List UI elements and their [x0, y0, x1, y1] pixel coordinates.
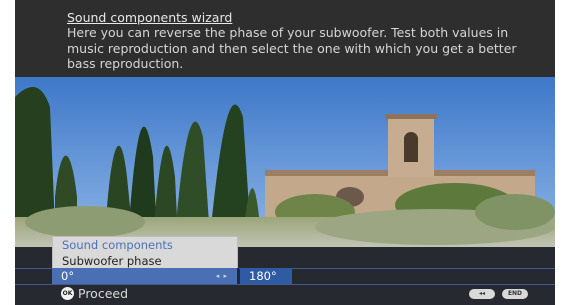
landscape-image — [15, 77, 555, 247]
phase-option-label: 0° — [61, 269, 75, 283]
settings-menu: Sound components Subwoofer phase — [52, 236, 238, 270]
wizard-description: Here you can reverse the phase of your s… — [67, 25, 517, 71]
option-separator — [237, 268, 239, 284]
end-button-icon[interactable]: END — [502, 289, 528, 299]
proceed-label: Proceed — [78, 286, 129, 301]
wizard-title: Sound components wizard — [67, 10, 233, 25]
phase-option-180-degrees[interactable]: 180° — [240, 268, 292, 284]
left-right-arrows-icon: ◂ ▸ — [215, 272, 228, 280]
ok-button-icon[interactable]: OK — [61, 287, 74, 300]
divider-line — [15, 284, 555, 285]
wizard-info-panel: Sound components wizard Here you can rev… — [15, 0, 555, 77]
background-photo — [15, 77, 555, 247]
menu-header-sound-components[interactable]: Sound components — [53, 237, 237, 253]
rewind-button-icon[interactable]: ◂◂ — [469, 289, 495, 299]
menu-item-subwoofer-phase[interactable]: Subwoofer phase — [53, 253, 237, 269]
phase-option-0-degrees[interactable]: 0° ◂ ▸ — [52, 268, 238, 284]
